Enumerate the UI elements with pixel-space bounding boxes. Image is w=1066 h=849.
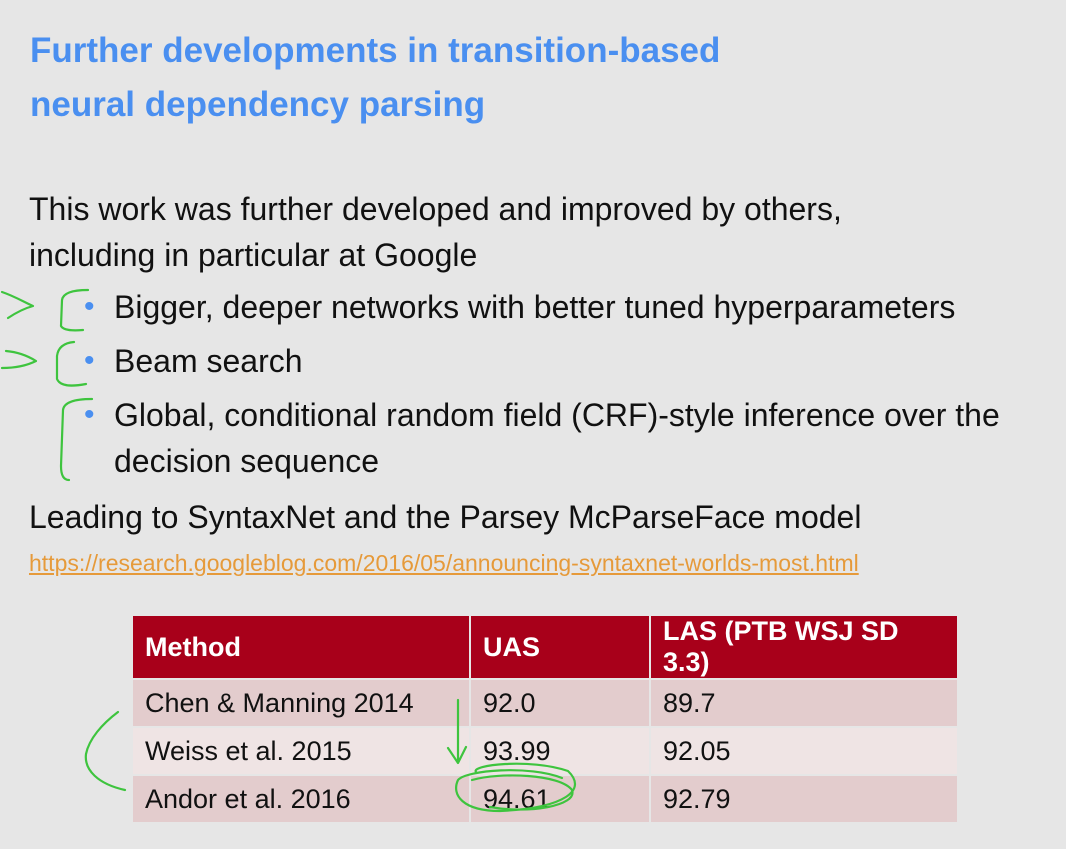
table-header-las: LAS (PTB WSJ SD 3.3)	[649, 614, 959, 680]
table-header-row: Method UAS LAS (PTB WSJ SD 3.3)	[131, 614, 959, 680]
intro-line-2: including in particular at Google	[29, 237, 478, 273]
slide-title: Further developments in transition-based…	[30, 24, 1030, 132]
table-row: Weiss et al. 2015 93.99 92.05	[131, 726, 959, 776]
bullet-dot-icon: •	[84, 290, 95, 323]
bullet-list: • Bigger, deeper networks with better tu…	[82, 284, 1062, 492]
table-cell-uas: 94.61	[469, 774, 651, 824]
results-table: Method UAS LAS (PTB WSJ SD 3.3) Chen & M…	[131, 614, 959, 824]
syntaxnet-blog-link[interactable]: https://research.googleblog.com/2016/05/…	[29, 547, 859, 579]
table-cell-uas: 92.0	[469, 678, 651, 728]
bullet-item: • Global, conditional random field (CRF)…	[82, 392, 1062, 484]
table-cell-method: Chen & Manning 2014	[131, 678, 471, 728]
table-row: Andor et al. 2016 94.61 92.79	[131, 774, 959, 824]
bullet-text: Beam search	[114, 343, 303, 379]
bullet-item: • Beam search	[82, 338, 1062, 384]
bullet-dot-icon: •	[84, 344, 95, 377]
table-cell-uas: 93.99	[469, 726, 651, 776]
brace-annotation-table	[84, 710, 127, 792]
table-cell-las: 89.7	[649, 678, 959, 728]
leading-text: Leading to SyntaxNet and the Parsey McPa…	[29, 499, 862, 535]
bullet-item: • Bigger, deeper networks with better tu…	[82, 284, 1062, 330]
bullet-text: Bigger, deeper networks with better tune…	[114, 289, 956, 325]
table-cell-las: 92.79	[649, 774, 959, 824]
table-row: Chen & Manning 2014 92.0 89.7	[131, 678, 959, 728]
bullet-dot-icon: •	[84, 398, 95, 431]
arrow-annotation-1	[0, 290, 35, 320]
table-cell-method: Weiss et al. 2015	[131, 726, 471, 776]
table-header-method: Method	[131, 614, 471, 680]
slide-title-line-2: neural dependency parsing	[30, 85, 486, 124]
intro-line-1: This work was further developed and impr…	[29, 191, 842, 227]
bullet-text: Global, conditional random field (CRF)-s…	[114, 397, 1000, 479]
table-header-uas: UAS	[469, 614, 651, 680]
table-cell-method: Andor et al. 2016	[131, 774, 471, 824]
table-cell-las: 92.05	[649, 726, 959, 776]
arrow-annotation-2	[0, 349, 38, 370]
slide-title-line-1: Further developments in transition-based	[30, 31, 721, 70]
